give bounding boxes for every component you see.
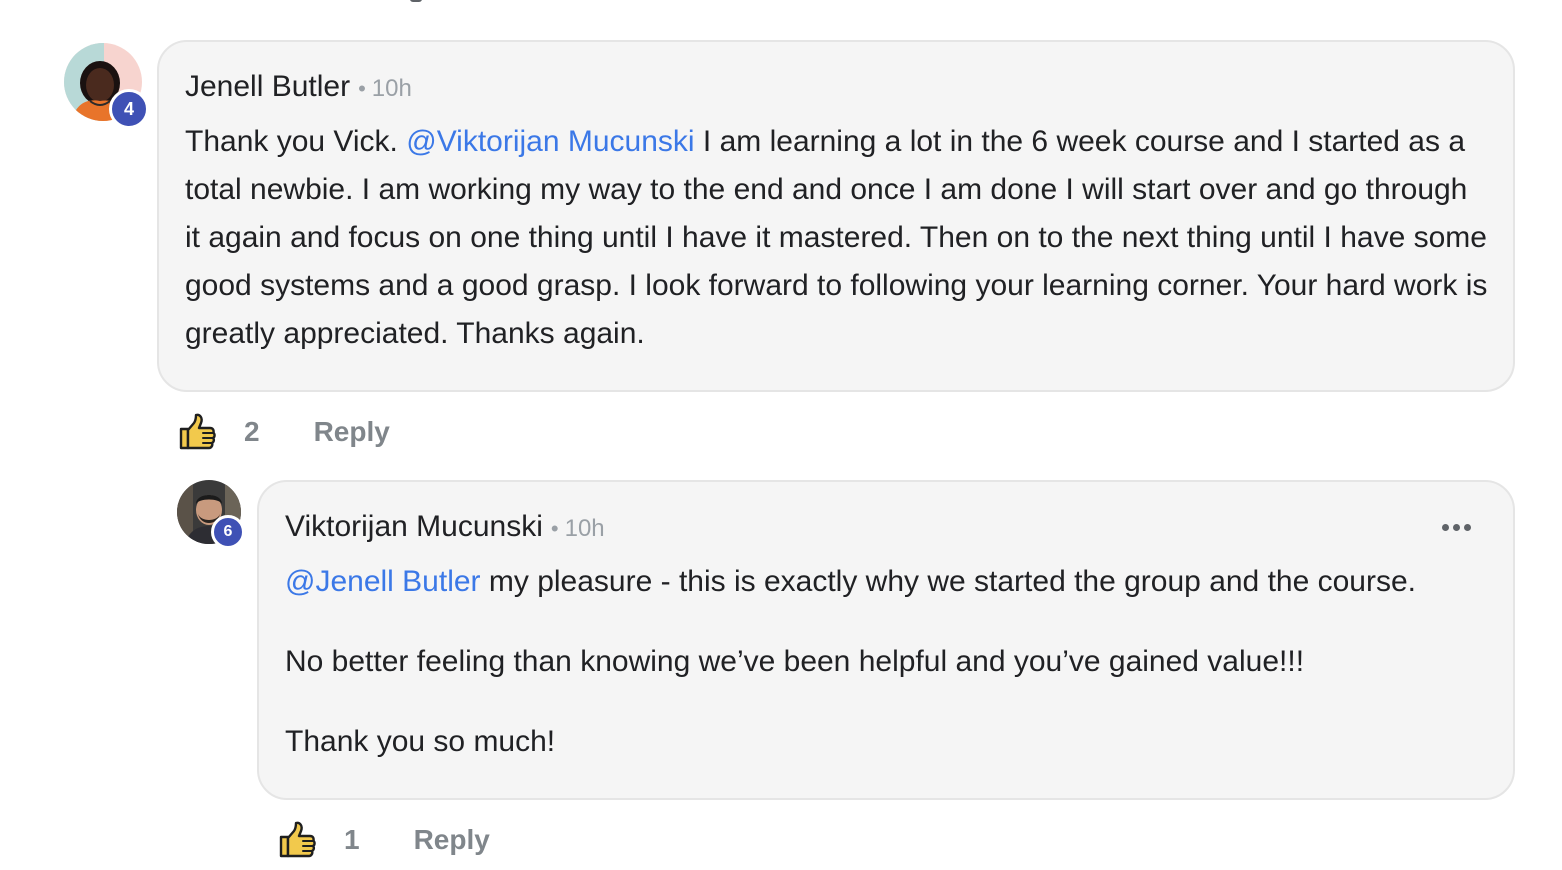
author-name[interactable]: Jenell Butler <box>185 70 350 104</box>
level-badge: 4 <box>109 89 149 129</box>
comment-body: Thank you Vick. @Viktorijan Mucunski I a… <box>185 118 1490 358</box>
avatar-jenell-butler[interactable]: 4 <box>64 43 149 129</box>
level-badge: 6 <box>211 515 245 549</box>
author-name[interactable]: Viktorijan Mucunski <box>285 510 543 544</box>
separator-dot: • <box>358 76 366 101</box>
timestamp: 10h <box>371 75 412 102</box>
more-options-icon-dot <box>1464 524 1471 531</box>
comment-text: my pleasure - this is exactly why we sta… <box>480 565 1416 598</box>
comment-header: Jenell Butler • 10h <box>185 70 412 104</box>
mention-link[interactable]: @Jenell Butler <box>285 565 481 598</box>
timestamp: 10h <box>564 515 605 542</box>
like-count: 2 <box>244 416 260 447</box>
comment-actions: 2 Reply <box>177 412 390 452</box>
comment-actions: 1 Reply <box>277 820 490 860</box>
separator-dot: • <box>550 516 559 541</box>
comment-header: Viktorijan Mucunski • 10h <box>285 510 605 544</box>
thumbs-up-icon[interactable] <box>177 412 217 452</box>
comment-paragraph: No better feeling than knowing we’ve bee… <box>285 645 1305 678</box>
thumbs-up-icon[interactable] <box>277 820 317 860</box>
previous-content-fragment <box>410 0 422 2</box>
comment-text: Thank you Vick. <box>185 125 407 158</box>
avatar-viktorijan-mucunski[interactable]: 6 <box>177 480 245 549</box>
more-options-button[interactable] <box>1434 516 1479 539</box>
comment-body: @Jenell Butler my pleasure - this is exa… <box>285 558 1500 606</box>
reply-button[interactable]: Reply <box>414 824 490 856</box>
more-options-icon-dot <box>1453 524 1460 531</box>
comment-paragraph: Thank you so much! <box>285 725 556 758</box>
comment-thread: 4 Jenell Butler • 10h Thank you Vick. @V… <box>0 0 1562 870</box>
mention-link[interactable]: @Viktorijan Mucunski <box>406 125 694 158</box>
more-options-icon-dot <box>1442 524 1449 531</box>
like-count: 1 <box>344 824 360 855</box>
reply-button[interactable]: Reply <box>314 416 390 448</box>
comment-text: I am learning a lot in the 6 week course… <box>185 125 1488 350</box>
